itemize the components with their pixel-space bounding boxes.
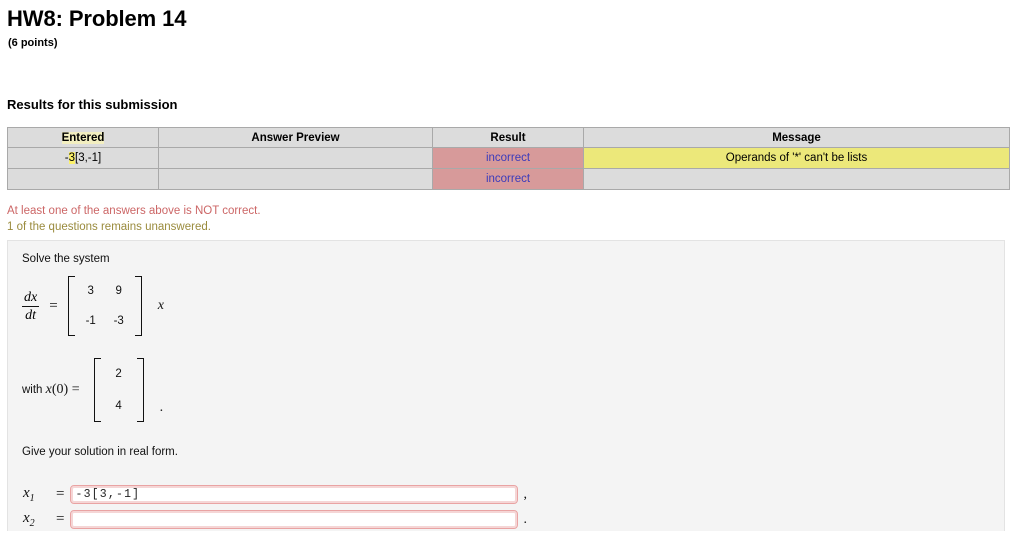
page-title: HW8: Problem 14 (7, 6, 187, 31)
answer-row-x2: x2 = . (22, 507, 1004, 532)
entered-suffix: [3,-1] (75, 152, 102, 164)
matrix-cell-r2c2: -3 (113, 315, 124, 327)
answer-label-x2: x2 (22, 510, 56, 529)
cell-answer-preview-1 (158, 147, 433, 169)
answer-input-x2[interactable] (70, 510, 519, 529)
results-table: Entered Answer Preview Result Message -3… (7, 127, 1010, 190)
answer-input-x1[interactable] (70, 485, 519, 504)
column-header-answer-preview: Answer Preview (158, 127, 433, 148)
cell-result-1: incorrect (432, 147, 584, 169)
initial-condition-with: with (22, 384, 43, 396)
results-heading: Results for this submission (7, 97, 178, 112)
answer-label-x2-base: x (23, 510, 30, 526)
coefficient-matrix: 3 9 -1 -3 (67, 276, 142, 336)
vector-row: 4 (103, 390, 135, 422)
column-header-entered-label: Entered (61, 131, 105, 144)
vector-row: 2 (103, 358, 135, 390)
status-unanswered-message: 1 of the questions remains unanswered. (7, 221, 211, 233)
initial-condition-label: with x(0) = (22, 382, 80, 398)
solution-instruction: Give your solution in real form. (22, 446, 178, 458)
column-header-entered: Entered (7, 127, 159, 148)
problem-prompt: Solve the system (22, 253, 110, 265)
table-header-row: Entered Answer Preview Result Message (7, 127, 1010, 148)
answer-punct-x1: , (523, 486, 527, 502)
vector-cell-2: 4 (115, 400, 122, 412)
system-equation: dx dt = 3 9 -1 -3 x (22, 276, 1004, 336)
matrix-cell-r2c1: -1 (85, 315, 96, 327)
points-label: (6 points) (8, 37, 58, 49)
column-header-message: Message (583, 127, 1010, 148)
answer-label-x1-base: x (23, 485, 30, 501)
problem-page: HW8: Problem 14 (6 points) Results for t… (0, 0, 1024, 531)
answer-equals-x1: = (56, 486, 65, 502)
answer-label-x1-sub: 1 (29, 493, 35, 504)
answer-punct-x2: . (523, 511, 527, 527)
initial-vector: 2 4 (93, 358, 144, 422)
vector-cell-1: 2 (115, 368, 122, 380)
answer-row-x1: x1 = , (22, 482, 1004, 507)
cell-message-2 (583, 168, 1010, 190)
table-row: -3[3,-1] incorrect Operands of '*' can't… (7, 147, 1010, 169)
answer-label-x2-sub: 2 (29, 518, 35, 529)
initial-condition-period: . (159, 400, 164, 415)
derivative-numerator: dx (24, 289, 38, 305)
cell-entered-1: -3[3,-1] (7, 147, 159, 169)
initial-condition: with x(0) = 2 4 . (22, 358, 1004, 422)
cell-message-1: Operands of '*' can't be lists (583, 147, 1010, 169)
answer-fields: x1 = , x2 = . (22, 482, 1004, 532)
state-variable: x (157, 298, 164, 313)
cell-entered-2 (7, 168, 159, 190)
cell-answer-preview-2 (158, 168, 433, 190)
table-row: incorrect (7, 168, 1010, 190)
initial-condition-arg: (0) = (51, 382, 80, 397)
matrix-row: 3 9 (77, 276, 133, 306)
derivative-fraction: dx dt (22, 289, 40, 323)
column-header-result: Result (432, 127, 584, 148)
matrix-cell-r1c1: 3 (87, 285, 94, 297)
status-incorrect-message: At least one of the answers above is NOT… (7, 205, 261, 217)
answer-label-x1: x1 (22, 485, 56, 504)
derivative-denominator: dt (22, 305, 40, 323)
equals-sign: = (49, 297, 58, 314)
problem-panel: Solve the system dx dt = 3 9 -1 -3 x wit… (7, 240, 1005, 531)
answer-equals-x2: = (56, 511, 65, 527)
matrix-cell-r1c2: 9 (115, 285, 122, 297)
cell-result-2: incorrect (432, 168, 584, 190)
matrix-row: -1 -3 (77, 306, 133, 336)
